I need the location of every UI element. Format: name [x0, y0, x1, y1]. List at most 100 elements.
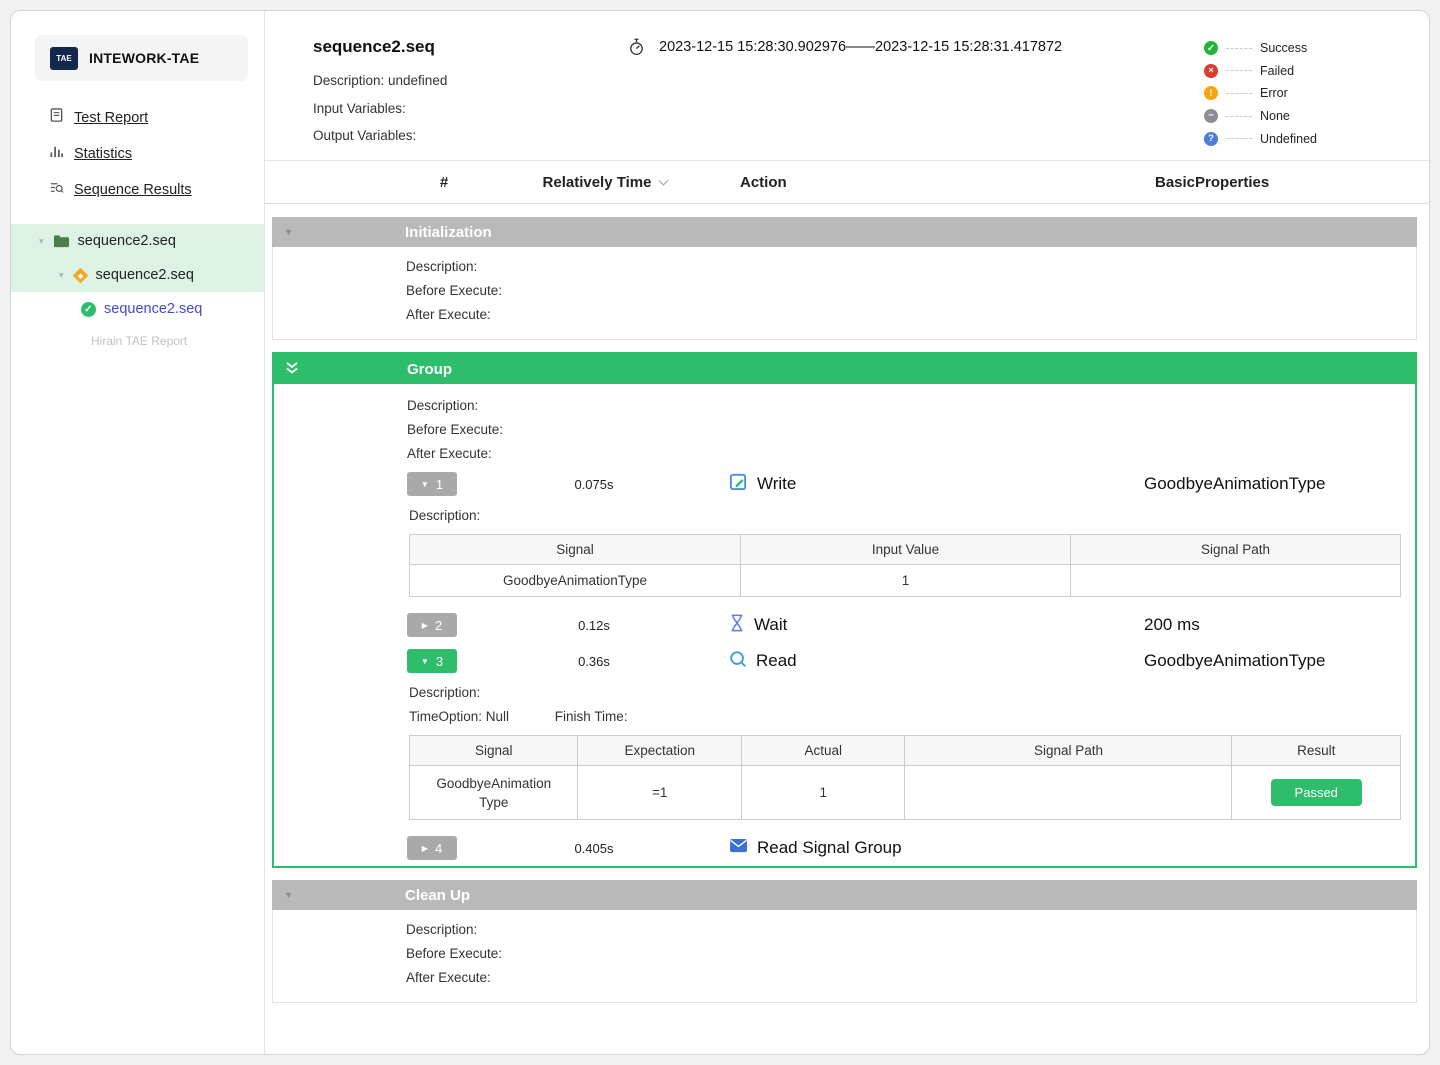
legend-item-error: ! Error: [1204, 82, 1317, 105]
col-expectation: Expectation: [577, 735, 742, 766]
col-input-value: Input Value: [739, 534, 1071, 565]
section-body: Description: Before Execute: After Execu…: [272, 247, 1417, 340]
step-action-write: Write: [729, 472, 1144, 496]
legend-item-failed: × Failed: [1204, 60, 1317, 83]
sidebar-item-label: Statistics: [74, 146, 133, 162]
tree-node-label: sequence2.seq: [95, 267, 194, 283]
step-number: 1: [435, 476, 444, 492]
section-title: Clean Up: [405, 886, 471, 904]
step-time: 0.12s: [578, 617, 610, 633]
section-cleanup: ▼ Clean Up Description: Before Execute: …: [272, 880, 1417, 1003]
legend-label: Undefined: [1260, 131, 1317, 146]
section-group: Group Description: Before Execute: After…: [272, 352, 1417, 868]
legend-dash: [1226, 70, 1252, 72]
after-execute-label: After Execute:: [406, 970, 491, 985]
step-number: 2: [434, 617, 443, 633]
step-3-expand-badge[interactable]: ▼ 3: [407, 649, 457, 673]
step-1-expand-badge[interactable]: ▼ 1: [407, 472, 457, 496]
step-3-detail: Description: TimeOption: Null Finish Tim…: [274, 679, 1415, 830]
col-signal: Signal: [408, 735, 579, 766]
after-execute-label: After Execute:: [406, 307, 491, 322]
tree-node-sequence-result[interactable]: ✓ sequence2.seq: [11, 292, 264, 326]
table-row: GoodbyeAnimationType 1: [409, 564, 1402, 597]
caret-down-icon: ▼: [420, 479, 429, 489]
undefined-icon: ?: [1204, 131, 1218, 146]
step-time: 0.36s: [578, 653, 610, 669]
sidebar: TAE INTEWORK-TAE Test Report Statistics: [11, 11, 265, 1054]
report-sections: ▼ Initialization Description: Before Exe…: [265, 204, 1429, 1054]
col-actual: Actual: [740, 735, 906, 766]
folder-icon: [53, 234, 70, 248]
sidebar-item-sequence-results[interactable]: Sequence Results: [11, 172, 264, 208]
time-option-label: TimeOption: Null: [409, 709, 510, 724]
before-execute-label: Before Execute:: [406, 946, 503, 961]
description-label: Description:: [409, 685, 481, 700]
legend-label: Failed: [1260, 63, 1295, 78]
legend-dash: [1226, 47, 1252, 49]
sidebar-item-statistics[interactable]: Statistics: [11, 136, 264, 172]
step-number: 4: [434, 840, 443, 856]
before-execute-label: Before Execute:: [406, 283, 503, 298]
hourglass-icon: [729, 614, 745, 637]
tree-node-sequence-folder[interactable]: ▾ sequence2.seq: [11, 224, 264, 258]
step-action-label: Read Signal Group: [757, 838, 902, 857]
cell-expectation: =1: [577, 765, 742, 820]
table-row: GoodbyeAnimationType =1 1 Passed: [408, 765, 1401, 820]
magnifier-icon: [729, 650, 747, 673]
app-name: INTEWORK-TAE: [89, 50, 200, 66]
read-signal-table: Signal Expectation Actual Signal Path Re…: [408, 735, 1401, 820]
step-action-read-signal-group: Read Signal Group: [729, 838, 1144, 858]
caret-down-icon[interactable]: ▾: [39, 236, 44, 247]
step-action-label: Wait: [754, 615, 788, 634]
app-window: TAE INTEWORK-TAE Test Report Statistics: [10, 10, 1430, 1055]
section-header-initialization[interactable]: ▼ Initialization: [272, 217, 1417, 247]
sidebar-menu: Test Report Statistics Sequence Results: [11, 99, 264, 208]
step-4-expand-badge[interactable]: ▶ 4: [407, 836, 457, 860]
step-1-detail: Description: Signal Input Value Signal P…: [274, 502, 1415, 607]
description-label: Description:: [406, 259, 478, 274]
cell-result: Passed: [1231, 765, 1401, 820]
column-relatively-time[interactable]: Relatively Time: [470, 174, 740, 191]
report-header: sequence2.seq 2023-12-15 15:28:30.902976…: [265, 11, 1429, 161]
step-action-label: Write: [757, 474, 797, 493]
legend-item-undefined: ? Undefined: [1204, 127, 1317, 150]
chevron-down-icon: [659, 175, 669, 186]
sequence-tree: ▾ sequence2.seq ▾ sequence2.seq ✓ sequen…: [11, 224, 264, 326]
tae-logo-icon: TAE: [50, 46, 78, 70]
status-legend: ✓ Success × Failed ! Error − None ? Unde…: [1204, 37, 1317, 150]
cell-signal: GoodbyeAnimationType: [409, 564, 741, 597]
step-action-wait: Wait: [729, 614, 1144, 637]
legend-item-none: − None: [1204, 105, 1317, 128]
col-signal-path: Signal Path: [904, 735, 1233, 766]
tree-node-sequence[interactable]: ▾ sequence2.seq: [11, 258, 264, 292]
tree-node-label: sequence2.seq: [104, 301, 203, 317]
table-column-header: # Relatively Time Action BasicProperties: [265, 161, 1429, 204]
caret-down-icon[interactable]: ▼: [284, 890, 293, 900]
caret-right-icon: ▶: [421, 843, 428, 853]
section-header-group[interactable]: Group: [274, 354, 1415, 384]
legend-label: Success: [1260, 41, 1308, 56]
step-row-4: ▶ 4 0.405s Read Signal Group: [274, 830, 1415, 866]
section-title: Initialization: [405, 223, 492, 241]
column-basic-properties: BasicProperties: [1155, 173, 1270, 191]
edit-icon: [729, 472, 748, 496]
step-number: 3: [435, 653, 444, 669]
step-2-expand-badge[interactable]: ▶ 2: [407, 613, 457, 637]
sidebar-footer-text: Hirain TAE Report: [91, 334, 188, 348]
legend-dash: [1226, 92, 1252, 94]
section-header-cleanup[interactable]: ▼ Clean Up: [272, 880, 1417, 910]
sidebar-item-test-report[interactable]: Test Report: [11, 99, 264, 136]
caret-down-icon: ▼: [420, 656, 429, 666]
failed-icon: ×: [1204, 63, 1218, 78]
step-action-read: Read: [729, 650, 1144, 673]
section-body: Description: Before Execute: After Execu…: [272, 910, 1417, 1003]
caret-down-icon[interactable]: ▼: [284, 227, 293, 237]
diamond-icon: [72, 267, 88, 283]
col-result: Result: [1231, 735, 1401, 766]
cell-signal-path: [1069, 564, 1402, 597]
collapse-all-icon[interactable]: [286, 362, 298, 377]
success-icon: ✓: [1204, 41, 1218, 56]
description-label: Description:: [407, 398, 479, 413]
step-basic-properties: GoodbyeAnimationType: [1144, 651, 1326, 670]
caret-down-icon[interactable]: ▾: [59, 270, 64, 281]
